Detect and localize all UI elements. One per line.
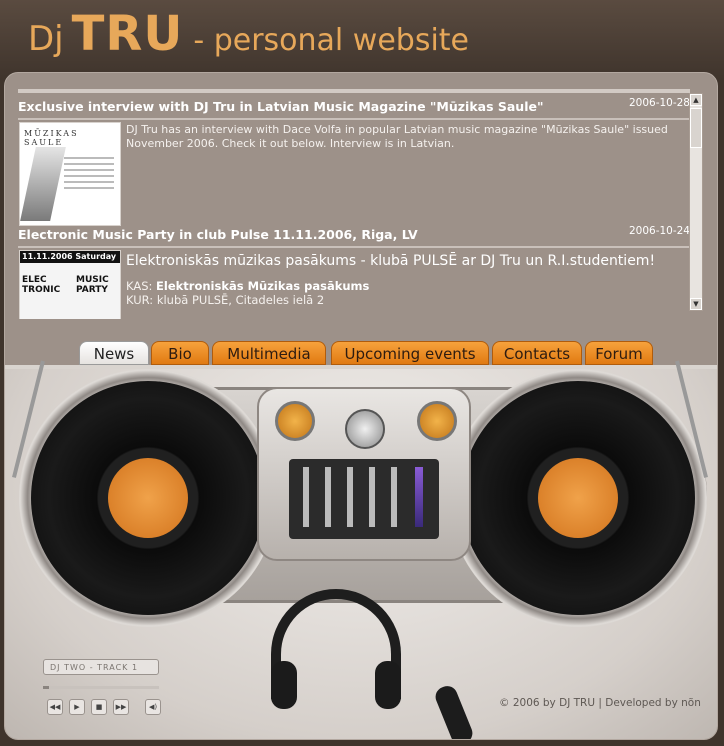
channel-fader [391, 467, 397, 527]
music-player: DJ TWO - TRACK 1 ◀◀ ▶ ■ ▶▶ ◀) [43, 659, 173, 715]
scroll-up-icon[interactable]: ▲ [690, 94, 702, 106]
news-title[interactable]: Electronic Music Party in club Pulse 11.… [18, 227, 418, 242]
party-flyer-thumbnail[interactable]: 11.11.2006 Saturday ELEC TRONIC MUSIC PA… [19, 250, 121, 319]
flyer-right-text: MUSIC PARTY [76, 275, 109, 295]
volume-icon[interactable]: ◀) [145, 699, 161, 715]
magazine-cover-thumbnail[interactable]: MŪZIKAS SAULE [19, 122, 121, 226]
tab-news[interactable]: News [79, 341, 149, 365]
stop-icon[interactable]: ■ [91, 699, 107, 715]
event-where-value: klubā PULSĒ, Citadeles ielā 2 [156, 293, 325, 307]
news-scrollbar[interactable]: ▲ ▼ [689, 93, 703, 311]
fader-panel [289, 459, 439, 539]
mixer [257, 387, 471, 561]
news-item: Electronic Music Party in club Pulse 11.… [18, 225, 690, 319]
cover-text-lines [64, 157, 114, 159]
channel-fader [347, 467, 353, 527]
event-what: KAS: Elektroniskās Mūzikas pasākums [126, 279, 369, 293]
tab-upcoming-events[interactable]: Upcoming events [331, 341, 489, 365]
page: Dj TRU - personal website Exclusive interv… [0, 0, 724, 746]
event-where: KUR: klubā PULSĒ, Citadeles ielā 2 [126, 293, 324, 307]
flyer-left-text: ELEC TRONIC [22, 275, 61, 295]
tab-multimedia[interactable]: Multimedia [212, 341, 326, 365]
thumbnail-caption: MŪZIKAS SAULE [24, 129, 79, 147]
fast-forward-icon[interactable]: ▶▶ [113, 699, 129, 715]
title-prefix: Dj [28, 19, 64, 59]
right-record-label [538, 458, 618, 538]
news-divider [18, 89, 690, 93]
scrollbar-thumb[interactable] [690, 108, 702, 148]
level-meter [415, 467, 423, 527]
headphone-right-cup [375, 661, 401, 709]
right-jog-knob [417, 401, 457, 441]
flyer-date: 11.11.2006 Saturday [20, 251, 120, 263]
center-knob [345, 409, 385, 449]
left-record-label [108, 458, 188, 538]
event-where-label: KUR: [126, 293, 154, 307]
channel-fader [325, 467, 331, 527]
track-progress-bar[interactable] [43, 686, 159, 689]
content-panel: Exclusive interview with DJ Tru in Latvi… [4, 72, 718, 740]
scroll-down-icon[interactable]: ▼ [690, 298, 702, 310]
channel-fader [303, 467, 309, 527]
news-date: 2006-10-24 [628, 225, 690, 237]
track-display: DJ TWO - TRACK 1 [43, 659, 159, 675]
news-item: Exclusive interview with DJ Tru in Latvi… [18, 97, 690, 235]
news-body: DJ Tru has an interview with Dace Volfa … [126, 123, 668, 150]
event-what-label: KAS: [126, 279, 153, 293]
left-jog-knob [275, 401, 315, 441]
event-headline: Elektroniskās mūzikas pasākums - klubā P… [126, 253, 656, 269]
tab-bio[interactable]: Bio [151, 341, 209, 365]
rewind-icon[interactable]: ◀◀ [47, 699, 63, 715]
news-list[interactable]: Exclusive interview with DJ Tru in Latvi… [18, 89, 690, 319]
track-progress-fill [43, 686, 49, 689]
site-title: Dj TRU - personal website [28, 4, 469, 64]
main-navigation: News Bio Multimedia Upcoming events Cont… [5, 329, 717, 369]
news-date: 2006-10-28 [628, 97, 690, 109]
title-suffix: - personal website [193, 23, 469, 58]
news-title[interactable]: Exclusive interview with DJ Tru in Latvi… [18, 99, 543, 114]
news-divider [18, 118, 690, 120]
event-what-value: Elektroniskās Mūzikas pasākums [156, 279, 370, 293]
headphone-left-cup [271, 661, 297, 709]
footer-credits: © 2006 by DJ TRU | Developed by nõn [499, 697, 701, 709]
microphone-icon [432, 683, 476, 739]
channel-fader [369, 467, 375, 527]
news-divider [18, 246, 690, 248]
tab-forum[interactable]: Forum [585, 341, 653, 365]
tab-contacts[interactable]: Contacts [492, 341, 582, 365]
title-brand: TRU [71, 6, 184, 62]
cover-figure [20, 147, 66, 221]
play-icon[interactable]: ▶ [69, 699, 85, 715]
